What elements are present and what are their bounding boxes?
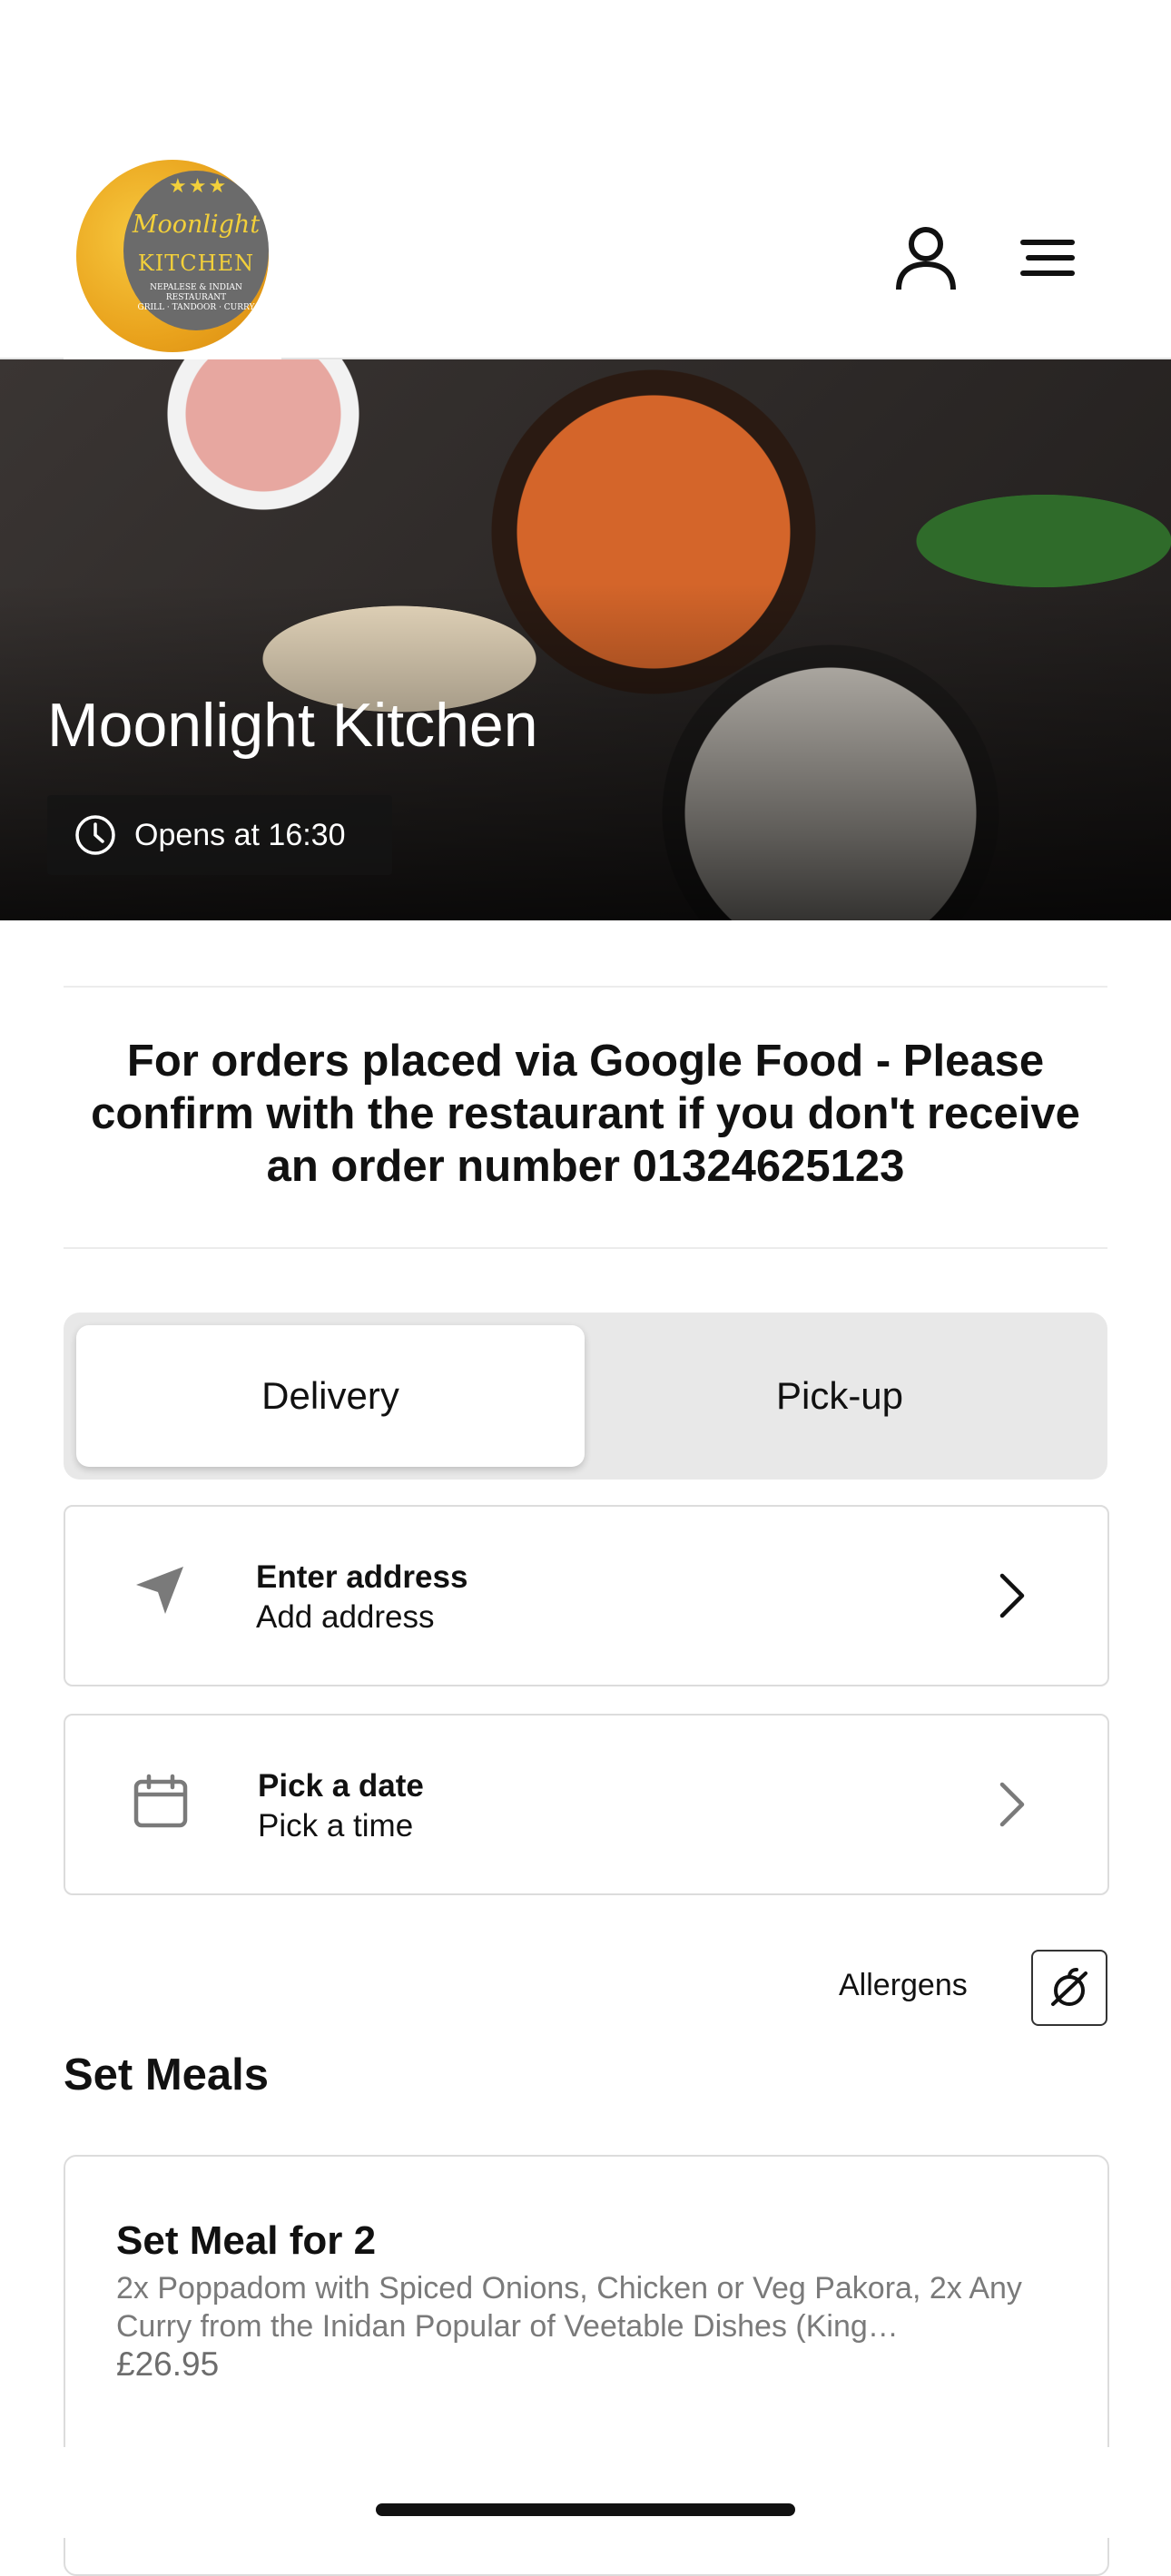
meal-title: Set Meal for 2 (116, 2218, 377, 2263)
address-card[interactable]: Enter address Add address (64, 1505, 1109, 1686)
chevron-right-icon (999, 1782, 1025, 1827)
address-card-subtitle: Add address (256, 1599, 435, 1635)
meal-price: £26.95 (116, 2345, 220, 2383)
allergens-button[interactable] (1031, 1950, 1107, 2026)
location-arrow-icon (136, 1567, 183, 1614)
logo-stars: ★★★ (169, 174, 229, 197)
logo-text-line1: Moonlight (132, 211, 261, 239)
divider-top (64, 986, 1107, 988)
date-card-title: Pick a date (258, 1768, 424, 1804)
logo-subtitle: NEPALESE & INDIAN RESTAURANT (150, 283, 242, 302)
account-button[interactable] (890, 221, 962, 294)
divider-bottom (64, 1247, 1107, 1249)
tab-delivery[interactable]: Delivery (76, 1325, 585, 1467)
tab-pickup[interactable]: Pick-up (585, 1325, 1095, 1467)
opening-status-badge: Opens at 16:30 (47, 795, 392, 875)
date-time-card[interactable]: Pick a date Pick a time (64, 1714, 1109, 1895)
bottom-safe-area (0, 2447, 1171, 2538)
opening-time-text: Opens at 16:30 (134, 817, 346, 852)
home-indicator[interactable] (376, 2503, 795, 2516)
order-notice: For orders placed via Google Food - Plea… (91, 1037, 1080, 1191)
allergens-label: Allergens (839, 1968, 968, 2002)
address-card-title: Enter address (256, 1559, 468, 1595)
allergen-icon (1051, 1968, 1087, 2006)
menu-button[interactable] (1011, 221, 1084, 294)
restaurant-name: Moonlight Kitchen (47, 691, 538, 760)
logo-tagline: GRILL · TANDOOR · CURRY (137, 303, 255, 312)
chevron-right-icon (999, 1573, 1025, 1618)
user-icon (896, 227, 956, 290)
date-card-subtitle: Pick a time (258, 1808, 414, 1844)
hamburger-icon (1020, 240, 1075, 276)
meal-description: 2x Poppadom with Spiced Onions, Chicken … (116, 2271, 1022, 2344)
calendar-icon (133, 1774, 188, 1828)
clock-icon (75, 815, 115, 855)
section-title: Set Meals (64, 2050, 270, 2099)
logo-text-line3: NEPALESE & INDIAN RESTAURANT GRILL · TAN… (123, 283, 269, 313)
logo-text-line2: KITCHEN (137, 251, 255, 276)
